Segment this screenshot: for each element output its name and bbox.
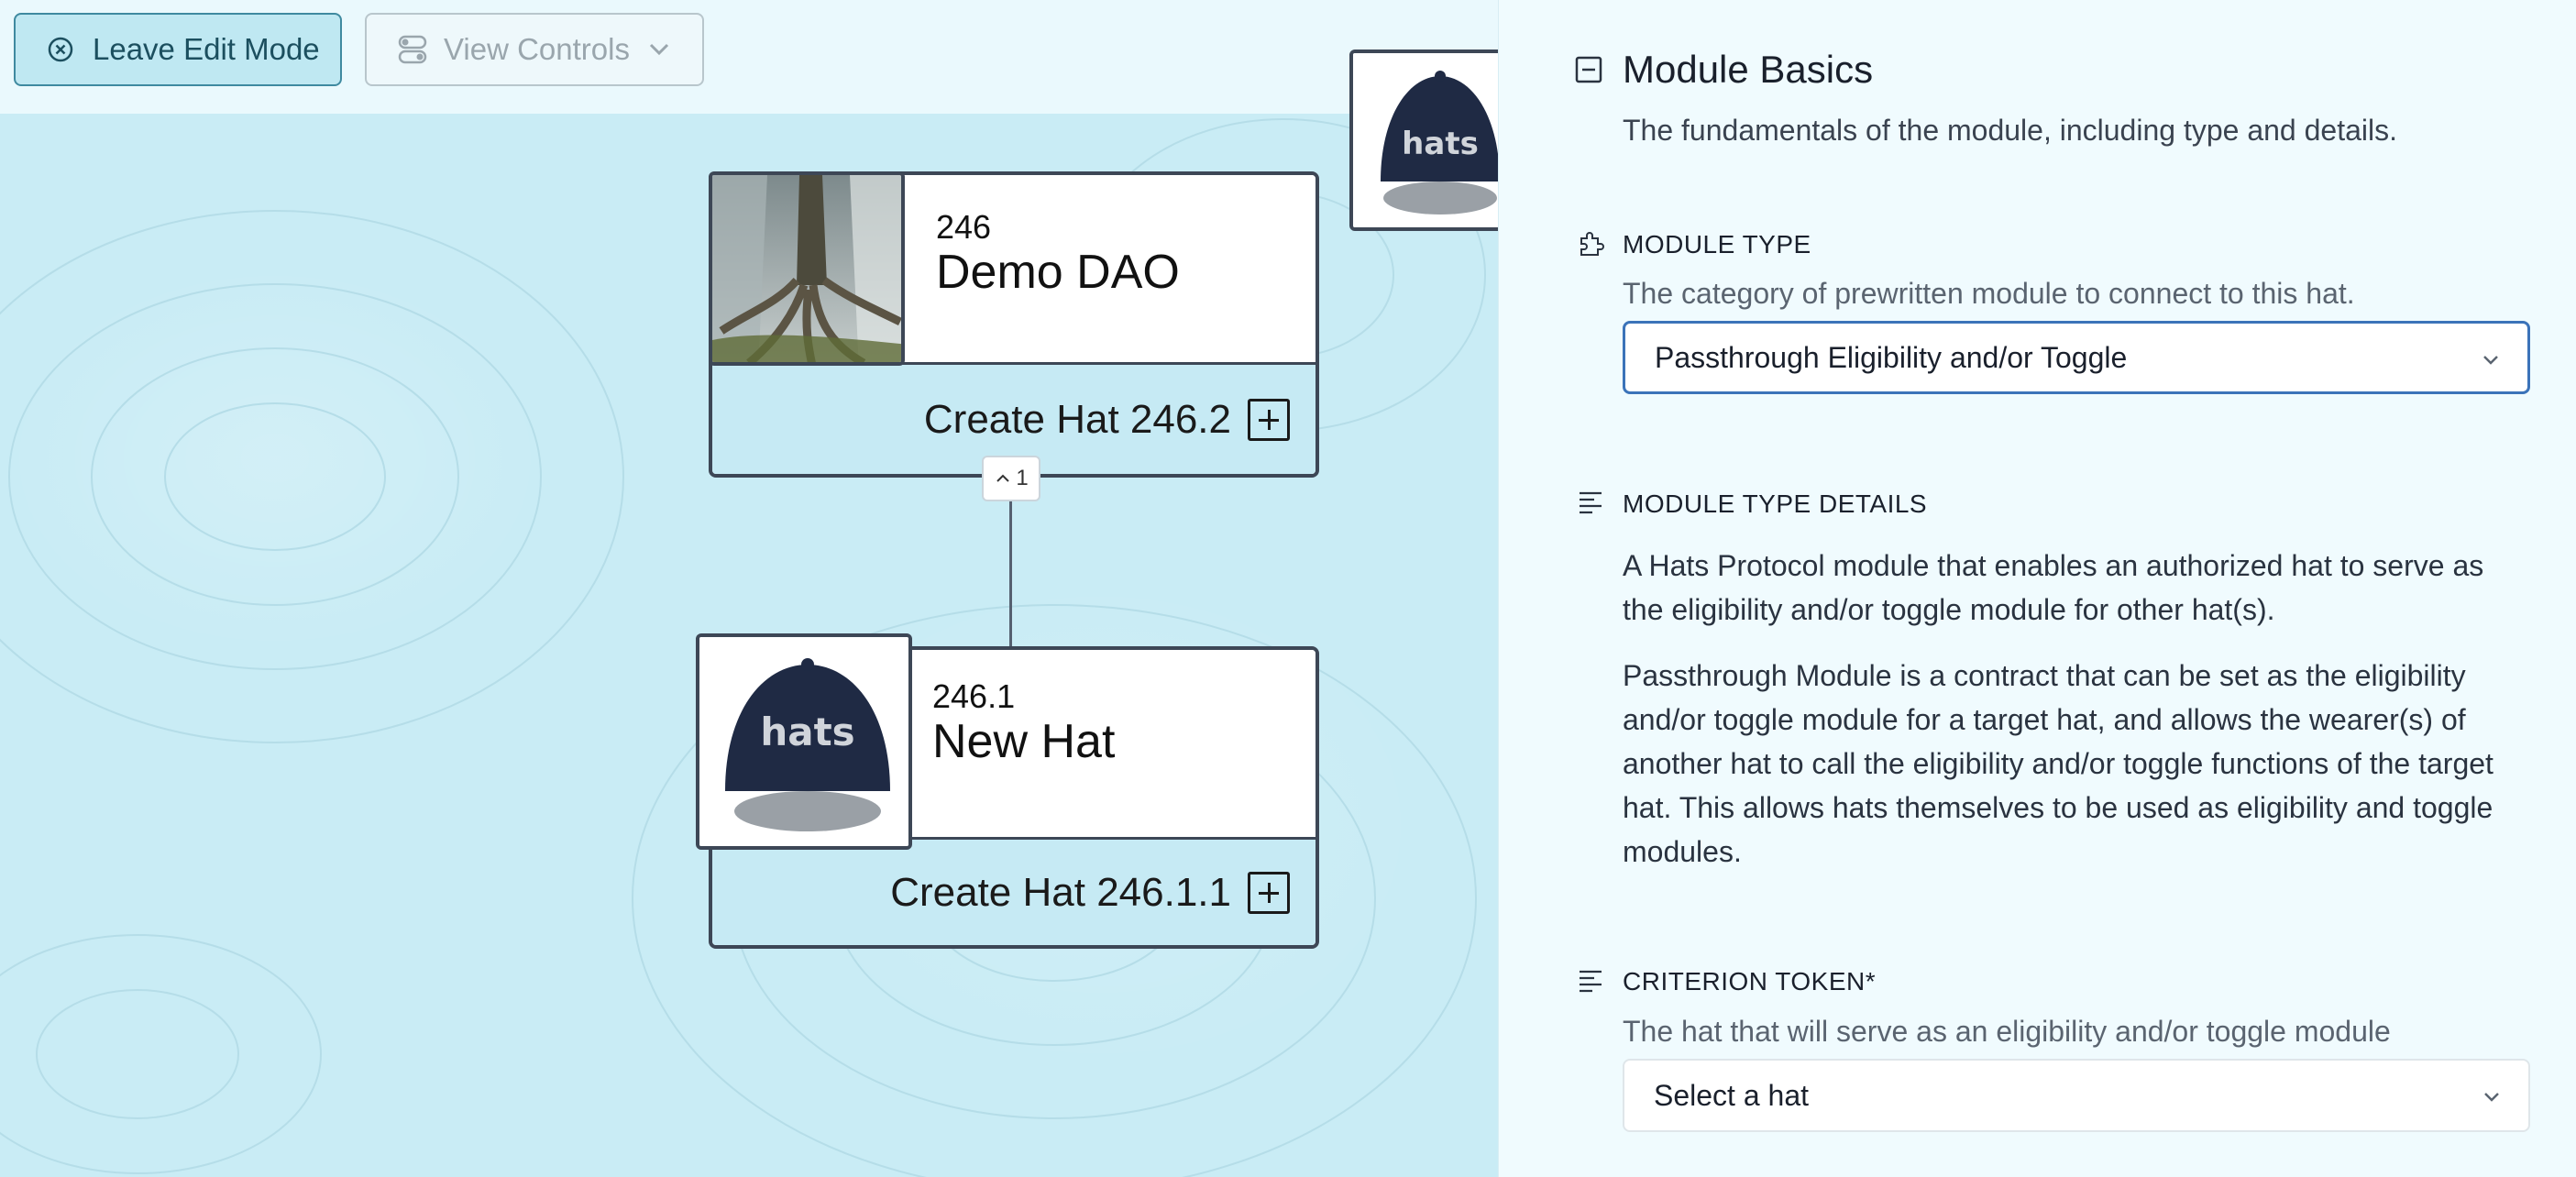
- leave-edit-mode-label: Leave Edit Mode: [93, 32, 320, 66]
- hat-id: 246: [936, 208, 992, 246]
- view-controls-button[interactable]: View Controls: [365, 13, 704, 86]
- collapse-square-icon[interactable]: [1574, 55, 1603, 84]
- create-hat-label: Create Hat 246.1.1: [890, 869, 1231, 915]
- cap-logo-text: hats: [1402, 126, 1479, 162]
- view-controls-label: View Controls: [444, 32, 630, 66]
- module-description-long: Passthrough Module is a contract that ca…: [1623, 659, 2493, 868]
- hat-image-246-1[interactable]: hats: [696, 633, 912, 850]
- module-type-select[interactable]: Passthrough Eligibility and/or Toggle: [1623, 321, 2530, 394]
- create-hat-label: Create Hat 246.2: [923, 396, 1231, 442]
- chevron-down-icon: [2484, 1093, 2499, 1102]
- module-editor-panel: Module Basics The fundamentals of the mo…: [1498, 0, 2576, 1177]
- caret-up-icon: [996, 474, 1010, 482]
- chevron-down-icon: [2483, 356, 2498, 365]
- tree-connector-line: [1009, 477, 1012, 646]
- text-lines-icon: [1580, 970, 1602, 993]
- hat-id: 246.1: [932, 677, 1016, 715]
- hat-name: New Hat: [932, 715, 1116, 768]
- module-description-short: A Hats Protocol module that enables an a…: [1623, 549, 2484, 626]
- offscreen-hat-image[interactable]: hats: [1349, 50, 1498, 231]
- hat-cap-image: hats: [699, 637, 908, 846]
- tree-roots-image: [712, 175, 901, 362]
- cap-logo-text: hats: [760, 710, 854, 754]
- module-type-help: The category of prewritten module to con…: [1623, 277, 2355, 310]
- plus-icon[interactable]: [1248, 398, 1290, 441]
- plus-icon[interactable]: [1248, 871, 1290, 914]
- hat-name: Demo DAO: [936, 246, 1180, 299]
- create-hat-row[interactable]: Create Hat 246.1.1: [712, 837, 1316, 945]
- text-lines-icon: [1580, 491, 1602, 514]
- collapse-children-toggle[interactable]: 1: [982, 456, 1040, 501]
- hat-tree-canvas[interactable]: Leave Edit Mode View Controls hats 246 D…: [0, 0, 1498, 1177]
- criterion-token-label: CRITERION TOKEN*: [1623, 967, 1877, 996]
- toggle-switches-icon: [398, 35, 427, 64]
- child-count: 1: [1016, 466, 1029, 490]
- hat-cap-image: hats: [1353, 53, 1498, 227]
- module-type-details-label: MODULE TYPE DETAILS: [1623, 490, 1928, 518]
- criterion-token-placeholder: Select a hat: [1654, 1078, 1809, 1112]
- puzzle-icon: [1580, 232, 1604, 256]
- hat-image-246[interactable]: [709, 171, 905, 366]
- criterion-token-help: The hat that will serve as an eligibilit…: [1623, 1015, 2391, 1048]
- leave-edit-mode-button[interactable]: Leave Edit Mode: [14, 13, 342, 86]
- criterion-token-select[interactable]: Select a hat: [1623, 1059, 2530, 1132]
- section-subtitle: The fundamentals of the module, includin…: [1623, 114, 2397, 147]
- module-type-value: Passthrough Eligibility and/or Toggle: [1655, 340, 2128, 374]
- close-circle-icon: [48, 37, 73, 62]
- canvas-toolbar: Leave Edit Mode View Controls: [0, 0, 1498, 114]
- module-type-label: MODULE TYPE: [1623, 230, 1811, 258]
- chevron-down-icon: [649, 43, 669, 56]
- section-title: Module Basics: [1623, 48, 1874, 91]
